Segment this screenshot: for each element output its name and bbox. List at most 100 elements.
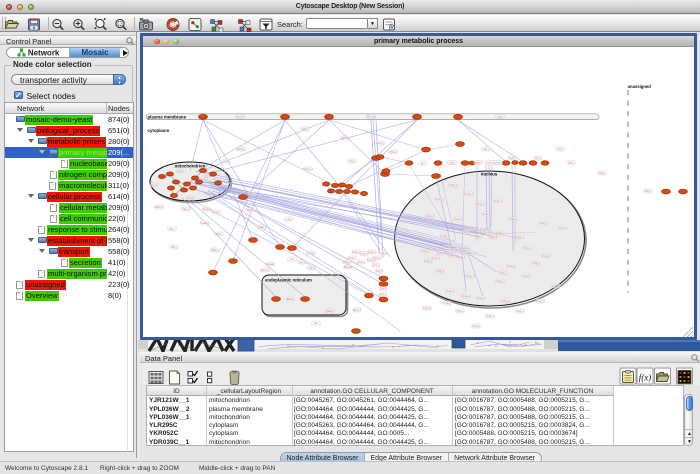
svg-text:tRN(-): tRN(-) [379, 293, 386, 297]
svg-text:Oxi(+): Oxi(+) [536, 299, 543, 303]
svg-text:pda(-): pda(-) [259, 225, 266, 229]
svg-text:mt(-): mt(-) [286, 217, 292, 221]
svg-text:pest(-): pest(-) [326, 309, 334, 313]
svg-text:bas(+): bas(+) [182, 207, 190, 211]
svg-text:pro(-): pro(-) [495, 161, 501, 165]
svg-text:rRN(-): rRN(-) [389, 150, 396, 154]
svg-text:Oxi(+): Oxi(+) [516, 309, 523, 313]
svg-text:Oxi(+): Oxi(+) [448, 253, 455, 257]
svg-text:Oxi(+): Oxi(+) [477, 296, 484, 300]
svg-text:GPI a(-): GPI a(-) [366, 115, 375, 119]
svg-text:endoplasmic reticulum: endoplasmic reticulum [265, 278, 312, 283]
svg-text:ctd(-): ctd(-) [308, 266, 314, 270]
svg-text:Oxi(+): Oxi(+) [360, 252, 367, 256]
svg-text:Oxi(+): Oxi(+) [460, 246, 467, 250]
svg-text:Oxi(+): Oxi(+) [357, 260, 364, 264]
svg-text:Oxi(+): Oxi(+) [523, 246, 530, 250]
svg-text:Oxi(+): Oxi(+) [437, 251, 444, 255]
svg-text:Oxi(+): Oxi(+) [348, 256, 355, 260]
svg-text:Oxi(+): Oxi(+) [559, 226, 566, 230]
svg-text:cytoplasm: cytoplasm [148, 128, 170, 133]
svg-text:GPI(-): GPI(-) [341, 136, 348, 140]
svg-text:Oxi(+): Oxi(+) [466, 251, 473, 255]
svg-text:Oxi(+): Oxi(+) [552, 284, 559, 288]
svg-text:arg(-): arg(-) [509, 156, 515, 160]
svg-text:SH(-): SH(-) [599, 171, 605, 175]
svg-text:he(-): he(-) [249, 191, 255, 195]
svg-text:tca(-): tca(-) [568, 161, 574, 165]
svg-text:SM(-): SM(-) [216, 232, 223, 236]
svg-text:Schm(-): Schm(-) [303, 167, 312, 171]
svg-text:tca(-): tca(-) [349, 159, 355, 163]
svg-text:tf(-): tf(-) [314, 321, 318, 325]
svg-text:Ra(-): Ra(-) [169, 227, 175, 231]
svg-text:pr(-): pr(-) [374, 263, 379, 267]
svg-text:Oxi(+): Oxi(+) [352, 250, 359, 254]
svg-text:Oxi(+): Oxi(+) [476, 228, 483, 232]
svg-text:tr(-): tr(-) [290, 257, 294, 261]
svg-text:Oxi(+): Oxi(+) [472, 324, 479, 328]
svg-text:cel(-): cel(-) [449, 161, 455, 165]
svg-text:Oxi(+): Oxi(+) [484, 230, 491, 234]
svg-text:Oxi(+): Oxi(+) [465, 192, 472, 196]
svg-text:Spo(-): Spo(-) [353, 308, 360, 312]
svg-text:f(x): f(x) [639, 373, 652, 383]
svg-text:Oxi(+): Oxi(+) [379, 251, 386, 255]
svg-text:Oxi(+): Oxi(+) [489, 235, 496, 239]
svg-text:Oxi(+): Oxi(+) [499, 271, 506, 275]
svg-text:Oxi(+): Oxi(+) [501, 299, 508, 303]
svg-text:Mito(-): Mito(-) [211, 248, 219, 252]
svg-text:Oxi(+): Oxi(+) [441, 234, 448, 238]
svg-text:Oxi(+): Oxi(+) [509, 217, 516, 221]
svg-text:Oxi(+): Oxi(+) [343, 260, 350, 264]
svg-text:Oxi(+): Oxi(+) [424, 259, 431, 263]
svg-text:nucleus: nucleus [481, 172, 498, 177]
svg-text:tc(-): tc(-) [204, 175, 209, 179]
svg-text:Oxi(+): Oxi(+) [516, 235, 523, 239]
svg-text:Nu(-): Nu(-) [376, 269, 382, 273]
svg-text:Ge(+): Ge(+) [151, 183, 158, 187]
svg-text:Oxi(+): Oxi(+) [539, 221, 546, 225]
svg-text:Oxi(+): Oxi(+) [494, 199, 501, 203]
svg-text:pe(-): pe(-) [299, 260, 305, 264]
svg-text:Oxi(+): Oxi(+) [443, 245, 450, 249]
svg-text:Cyt(-d): Cyt(-d) [423, 306, 431, 310]
svg-text:Oxi(+): Oxi(+) [532, 261, 539, 265]
svg-text:Oxi(+): Oxi(+) [432, 256, 439, 260]
svg-text:Oxi(+): Oxi(+) [456, 309, 463, 313]
svg-text:Cle(-): Cle(-) [380, 287, 387, 291]
svg-text:Mito(-): Mito(-) [287, 297, 295, 301]
svg-text:Oxi(+): Oxi(+) [507, 264, 514, 268]
svg-text:hig(-): hig(-) [497, 115, 503, 119]
svg-text:Oxi(+): Oxi(+) [496, 231, 503, 235]
svg-text:trn(-): trn(-) [557, 147, 563, 151]
svg-text:Sem(-): Sem(-) [261, 268, 269, 272]
svg-text:hes(-): hes(-) [213, 210, 220, 214]
svg-text:Oxi(+): Oxi(+) [466, 274, 473, 278]
svg-text:Ion t(-): Ion t(-) [236, 115, 244, 119]
svg-text:Dd(-): Dd(-) [302, 127, 308, 131]
svg-text:Oxi(+): Oxi(+) [474, 234, 481, 238]
svg-text:Oxi(+): Oxi(+) [462, 294, 469, 298]
svg-text:Ab(-): Ab(-) [177, 169, 183, 173]
svg-text:plasma membrane: plasma membrane [148, 115, 187, 120]
svg-text:Oxi(+): Oxi(+) [367, 258, 374, 262]
svg-text:Oxi(+): Oxi(+) [436, 269, 443, 273]
svg-text:Oxi(+): Oxi(+) [476, 202, 483, 206]
svg-text:Oxi(+): Oxi(+) [426, 214, 433, 218]
svg-text:tba(-): tba(-) [645, 189, 651, 193]
svg-text:Oxi(+): Oxi(+) [454, 217, 461, 221]
svg-text:Oxi(+): Oxi(+) [522, 274, 529, 278]
svg-text:Daus(-): Daus(-) [203, 207, 212, 211]
svg-text:Oxi(+): Oxi(+) [468, 226, 475, 230]
svg-text:Bct(-): Bct(-) [247, 208, 253, 212]
svg-text:Oxi(+): Oxi(+) [462, 230, 469, 234]
svg-text:Oxi(+): Oxi(+) [452, 248, 459, 252]
svg-text:Dtr(-): Dtr(-) [171, 245, 177, 249]
svg-text:Oxi(+): Oxi(+) [449, 183, 456, 187]
svg-text:Oxi(+): Oxi(+) [457, 255, 464, 259]
svg-text:trp(-): trp(-) [483, 147, 489, 151]
svg-text:Mito(-): Mito(-) [155, 205, 163, 209]
svg-text:Oxi(+): Oxi(+) [435, 197, 442, 201]
svg-text:Oxi(+): Oxi(+) [486, 314, 493, 318]
